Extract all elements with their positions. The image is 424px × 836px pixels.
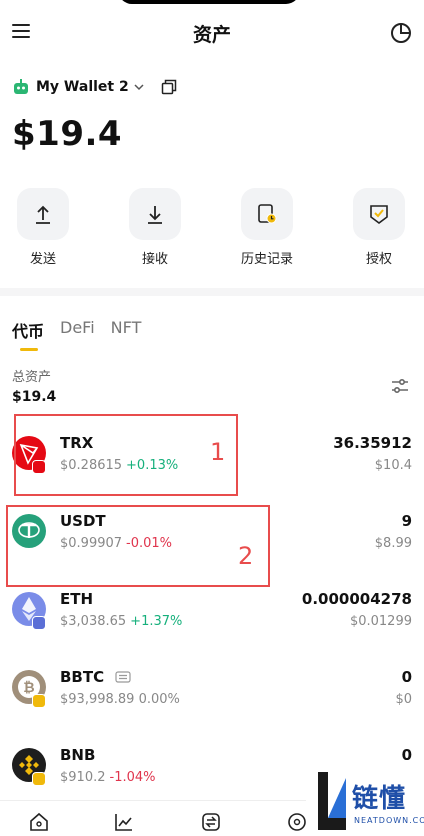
history-button[interactable]: 历史记录 — [232, 188, 302, 267]
token-amount: 0 — [401, 746, 412, 764]
token-value: $8.99 — [374, 536, 412, 551]
market-chart-icon[interactable] — [113, 811, 135, 833]
watermark-text: 链懂 — [352, 784, 407, 814]
token-amount: 0.000004278 — [301, 590, 412, 608]
watermark-logo-icon — [318, 772, 346, 830]
annotation-box-2 — [6, 505, 270, 587]
filter-sliders-icon[interactable] — [390, 376, 410, 396]
chevron-down-icon — [134, 84, 144, 91]
token-amount: 0 — [401, 668, 412, 686]
active-tab-indicator — [20, 348, 38, 351]
wallet-selector[interactable]: My Wallet 2 — [12, 76, 177, 98]
token-value: $0.01299 — [349, 614, 412, 629]
top-bar: 资产 — [0, 14, 424, 54]
token-amount: 36.35912 — [333, 434, 412, 452]
watermark: 链懂 NEATDOWN.COM — [306, 766, 424, 836]
token-tag-icon — [115, 671, 131, 683]
discover-icon[interactable] — [286, 811, 308, 833]
token-change: +1.37% — [130, 614, 183, 629]
page-title: 资产 — [192, 24, 231, 46]
watermark-subtext: NEATDOWN.COM — [354, 816, 424, 825]
token-price: $93,998.89 0.00% — [60, 692, 180, 707]
token-price: $910.2 -1.04% — [60, 770, 156, 785]
send-label: 发送 — [29, 252, 56, 267]
receive-button[interactable]: 接收 — [120, 188, 190, 267]
token-row-bbtc[interactable]: ₿ BBTC $93,998.89 0.00% 0 $0 — [0, 662, 424, 728]
wallet-name: My Wallet 2 — [36, 79, 129, 95]
token-change: 0.00% — [138, 692, 180, 707]
send-button[interactable]: 发送 — [8, 188, 78, 267]
total-assets-label: 总资产 — [12, 370, 52, 385]
token-change: -1.04% — [109, 770, 156, 785]
section-divider — [0, 288, 424, 296]
annotation-number-1: 1 — [210, 438, 226, 466]
copy-icon[interactable] — [161, 79, 177, 95]
action-bar: 发送 接收 历史记录 授权 — [0, 188, 424, 268]
total-balance: $19.4 — [12, 114, 123, 154]
token-row-eth[interactable]: ETH $3,038.65 +1.37% 0.000004278 $0.01299 — [0, 584, 424, 650]
annotation-number-2: 2 — [238, 542, 254, 570]
authorize-label: 授权 — [365, 252, 392, 267]
authorize-button[interactable]: 授权 — [344, 188, 414, 267]
history-icon — [258, 204, 277, 224]
token-value: $10.4 — [374, 458, 412, 473]
authorize-icon — [370, 205, 388, 224]
annotation-box-1 — [14, 414, 238, 496]
history-label: 历史记录 — [240, 252, 293, 267]
bnb-chain-badge-icon — [32, 772, 46, 786]
token-symbol: BNB — [60, 746, 96, 764]
token-amount: 9 — [401, 512, 412, 530]
asset-tabs: 代币 DeFi NFT — [12, 318, 157, 342]
tab-tokens[interactable]: 代币 — [12, 318, 44, 342]
receive-label: 接收 — [141, 252, 168, 267]
swap-icon[interactable] — [200, 811, 222, 833]
token-price: $3,038.65 +1.37% — [60, 614, 183, 629]
receive-icon — [148, 206, 162, 224]
tab-nft[interactable]: NFT — [111, 318, 142, 342]
bnb-chain-badge-icon — [32, 694, 46, 708]
token-symbol: ETH — [60, 590, 94, 608]
home-icon[interactable] — [28, 811, 50, 833]
token-symbol: BBTC — [60, 668, 131, 686]
eth-chain-badge-icon — [32, 616, 46, 630]
send-icon — [36, 205, 50, 224]
robot-avatar-icon — [14, 79, 28, 94]
tab-defi[interactable]: DeFi — [60, 318, 95, 342]
token-value: $0 — [395, 692, 412, 707]
pie-chart-icon[interactable] — [390, 22, 412, 44]
total-assets-value: $19.4 — [12, 389, 57, 405]
device-notch — [118, 0, 300, 4]
